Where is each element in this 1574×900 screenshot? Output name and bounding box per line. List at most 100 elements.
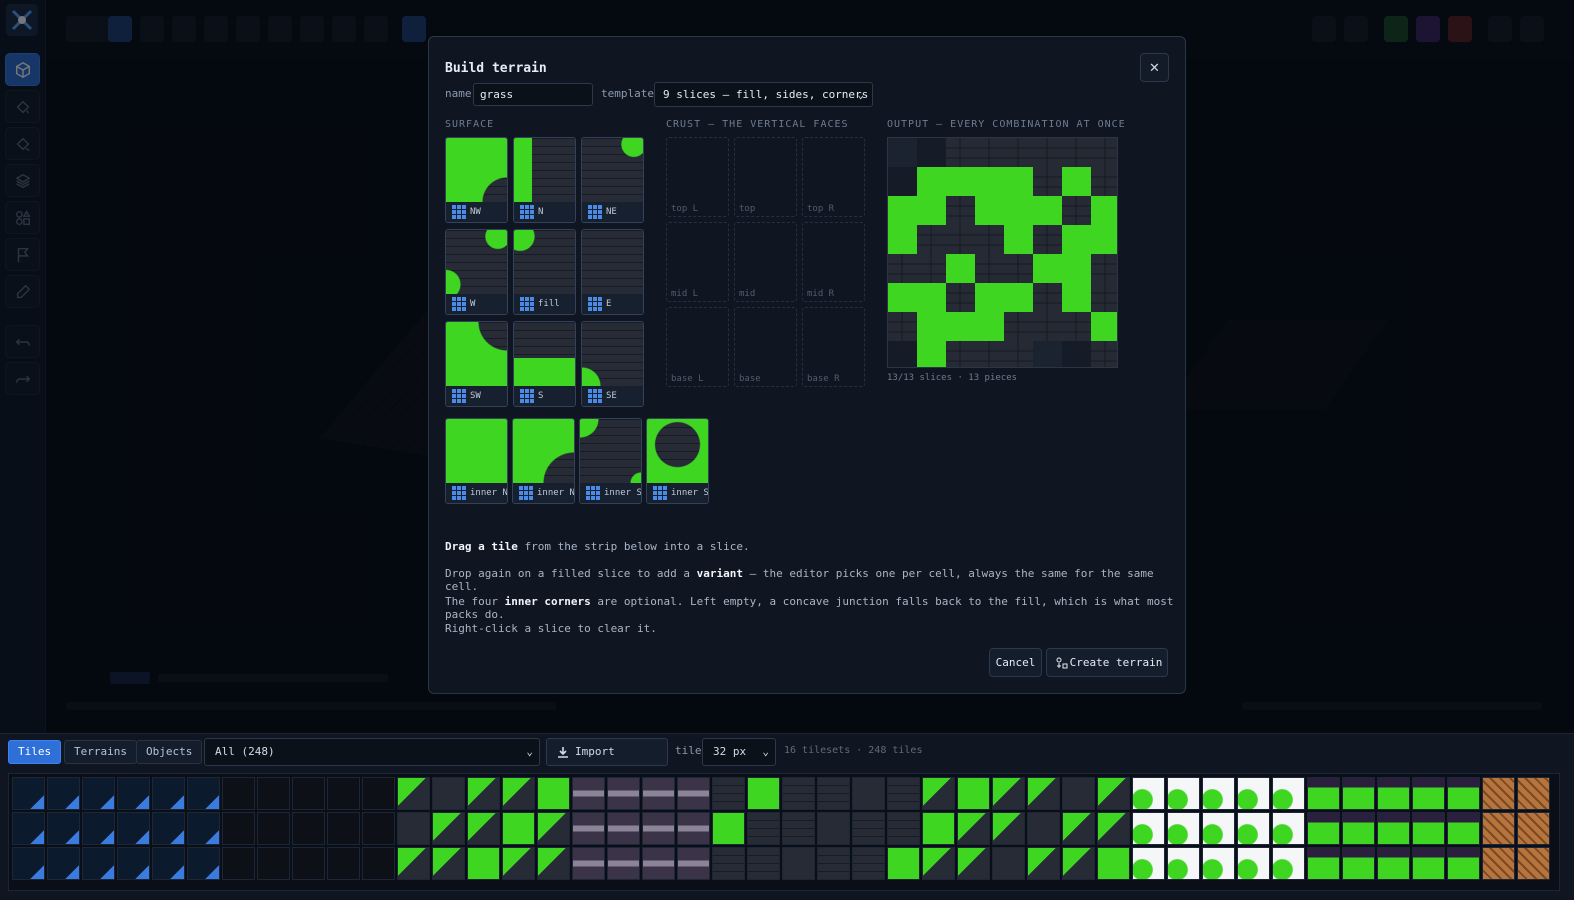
slice-ne[interactable]: NE [581, 137, 644, 223]
tile-thumbnail[interactable] [397, 777, 430, 810]
tile-thumbnail[interactable] [117, 812, 150, 845]
import-tileset-button[interactable]: Import tileset [546, 738, 668, 784]
tile-thumbnail[interactable] [1482, 812, 1515, 845]
tile-thumbnail[interactable] [1202, 847, 1235, 880]
tile-thumbnail[interactable] [1237, 847, 1270, 880]
tile-thumbnail[interactable] [677, 777, 710, 810]
cancel-button[interactable]: Cancel [989, 648, 1042, 677]
tile-thumbnail[interactable] [922, 777, 955, 810]
tile-thumbnail[interactable] [1062, 777, 1095, 810]
tile-thumbnail[interactable] [1272, 812, 1305, 845]
tile-thumbnail[interactable] [257, 777, 290, 810]
tile-size-select[interactable]: 32 px ⌄ [702, 738, 776, 766]
tile-thumbnail[interactable] [782, 777, 815, 810]
tile-thumbnail[interactable] [817, 812, 850, 845]
create-terrain-button[interactable]: Create terrain [1046, 648, 1168, 677]
tile-thumbnail[interactable] [1132, 777, 1165, 810]
tile-thumbnail[interactable] [817, 847, 850, 880]
tile-thumbnail[interactable] [607, 847, 640, 880]
tile-thumbnail[interactable] [747, 777, 780, 810]
tile-thumbnail[interactable] [1307, 847, 1340, 880]
tile-thumbnail[interactable] [1167, 812, 1200, 845]
tile-thumbnail[interactable] [957, 777, 990, 810]
crust-slot-top-r[interactable]: top R [802, 137, 865, 217]
tile-thumbnail[interactable] [1377, 847, 1410, 880]
tile-thumbnail[interactable] [1062, 812, 1095, 845]
tile-thumbnail[interactable] [572, 847, 605, 880]
tile-thumbnail[interactable] [82, 847, 115, 880]
tile-thumbnail[interactable] [852, 847, 885, 880]
tile-thumbnail[interactable] [1412, 847, 1445, 880]
close-icon[interactable]: ✕ [1140, 53, 1169, 82]
tile-thumbnail[interactable] [1412, 777, 1445, 810]
tile-thumbnail[interactable] [82, 777, 115, 810]
crust-slot-base[interactable]: base [734, 307, 797, 387]
tile-thumbnail[interactable] [782, 812, 815, 845]
tile-thumbnail[interactable] [747, 847, 780, 880]
tile-thumbnail[interactable] [1447, 777, 1480, 810]
tile-thumbnail[interactable] [712, 847, 745, 880]
tile-thumbnail[interactable] [642, 777, 675, 810]
tile-thumbnail[interactable] [922, 812, 955, 845]
tile-thumbnail[interactable] [362, 812, 395, 845]
tile-thumbnail[interactable] [1202, 812, 1235, 845]
tile-thumbnail[interactable] [502, 812, 535, 845]
slice-inner-se[interactable]: inner SE [646, 418, 709, 504]
tile-thumbnail[interactable] [642, 812, 675, 845]
tile-thumbnail[interactable] [607, 812, 640, 845]
tile-thumbnail[interactable] [992, 812, 1025, 845]
tile-thumbnail[interactable] [187, 847, 220, 880]
tile-thumbnail[interactable] [12, 812, 45, 845]
tile-thumbnail[interactable] [1027, 812, 1060, 845]
tile-thumbnail[interactable] [47, 777, 80, 810]
tile-thumbnail[interactable] [432, 847, 465, 880]
tile-thumbnail[interactable] [1027, 847, 1060, 880]
slice-fill[interactable]: fill [513, 229, 576, 315]
tile-thumbnail[interactable] [1447, 812, 1480, 845]
tile-thumbnail[interactable] [222, 777, 255, 810]
tile-thumbnail[interactable] [1412, 812, 1445, 845]
tile-thumbnail[interactable] [852, 777, 885, 810]
tile-thumbnail[interactable] [1062, 847, 1095, 880]
tile-thumbnail[interactable] [397, 847, 430, 880]
tile-thumbnail[interactable] [47, 812, 80, 845]
tile-thumbnail[interactable] [362, 777, 395, 810]
tile-thumbnail[interactable] [1237, 777, 1270, 810]
tile-thumbnail[interactable] [222, 847, 255, 880]
slice-nw[interactable]: NW [445, 137, 508, 223]
tile-thumbnail[interactable] [1202, 777, 1235, 810]
tab-objects[interactable]: Objects [136, 740, 203, 764]
tile-thumbnail[interactable] [957, 847, 990, 880]
tile-thumbnail[interactable] [677, 812, 710, 845]
tile-thumbnail[interactable] [887, 812, 920, 845]
tile-thumbnail[interactable] [1517, 777, 1550, 810]
tile-thumbnail[interactable] [467, 812, 500, 845]
tile-thumbnail[interactable] [1482, 777, 1515, 810]
tab-tiles[interactable]: Tiles [8, 740, 62, 764]
crust-slot-top-l[interactable]: top L [666, 137, 729, 217]
tile-thumbnail[interactable] [117, 847, 150, 880]
tile-thumbnail[interactable] [1167, 777, 1200, 810]
tile-thumbnail[interactable] [1132, 812, 1165, 845]
tile-thumbnail[interactable] [397, 812, 430, 845]
tile-thumbnail[interactable] [1272, 847, 1305, 880]
tile-thumbnail[interactable] [1027, 777, 1060, 810]
crust-slot-base-r[interactable]: base R [802, 307, 865, 387]
tile-thumbnail[interactable] [887, 777, 920, 810]
tile-thumbnail[interactable] [922, 847, 955, 880]
tile-thumbnail[interactable] [327, 812, 360, 845]
tile-thumbnail[interactable] [187, 812, 220, 845]
tile-thumbnail[interactable] [257, 812, 290, 845]
tile-thumbnail[interactable] [537, 847, 570, 880]
crust-slot-base-l[interactable]: base L [666, 307, 729, 387]
tile-thumbnail[interactable] [1342, 777, 1375, 810]
tile-thumbnail[interactable] [187, 777, 220, 810]
tab-terrains[interactable]: Terrains [64, 740, 137, 764]
tile-thumbnail[interactable] [1167, 847, 1200, 880]
tile-thumbnail[interactable] [117, 777, 150, 810]
tile-thumbnail[interactable] [1517, 812, 1550, 845]
tile-thumbnail[interactable] [572, 812, 605, 845]
slice-inner-sw[interactable]: inner SW [579, 418, 642, 504]
tile-thumbnail[interactable] [1377, 812, 1410, 845]
slice-inner-ne[interactable]: inner NE [512, 418, 575, 504]
